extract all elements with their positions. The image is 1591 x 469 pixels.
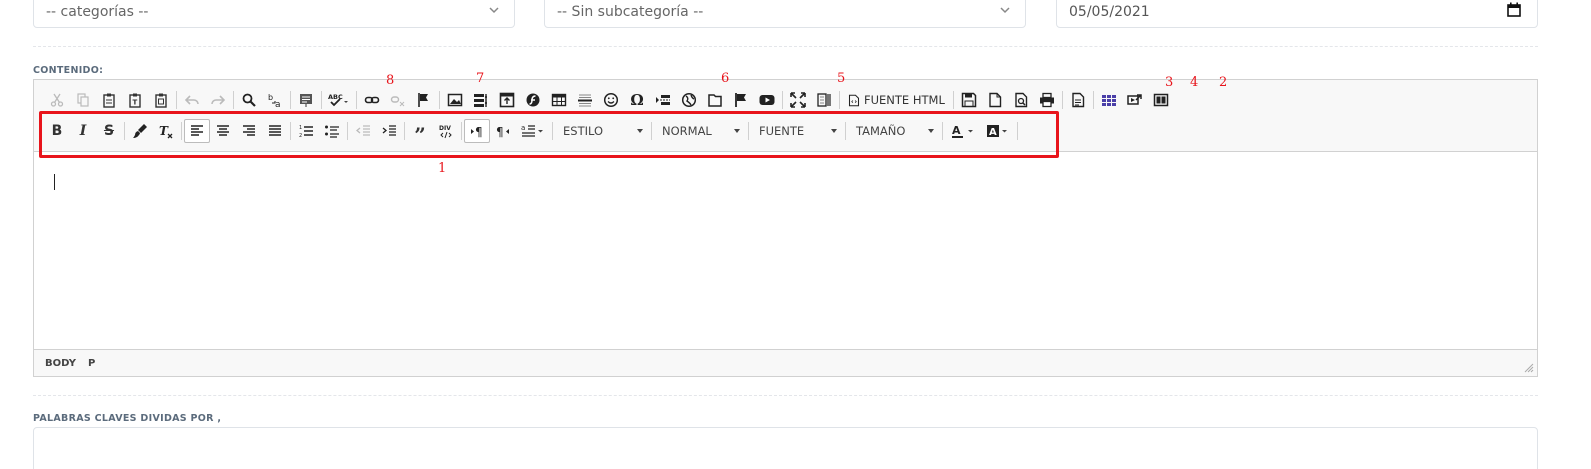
subcategory-select-value: -- Sin subcategoría -- [557,4,704,20]
preview-icon[interactable] [1008,88,1034,112]
paste-word-icon[interactable] [148,88,174,112]
new-page-icon[interactable] [982,88,1008,112]
flag-icon[interactable] [728,88,754,112]
table-icon[interactable] [546,88,572,112]
replace-icon[interactable]: ba [262,88,288,112]
source-html-button[interactable]: FUENTE HTML [842,88,951,112]
insert-template-icon[interactable] [494,88,520,112]
div-container-icon[interactable] [702,88,728,112]
iframe-globe-icon[interactable] [676,88,702,112]
editor-content-area[interactable] [34,152,1537,350]
content-label: CONTENIDO: [33,65,104,76]
annotation-label: 6 [721,71,730,86]
save-icon[interactable] [956,88,982,112]
svg-text:ABC: ABC [328,93,343,101]
anchor-flag-icon[interactable] [411,88,437,112]
date-input[interactable]: 05/05/2021 [1056,0,1538,28]
smiley-icon[interactable] [598,88,624,112]
annotation-highlight-box [39,111,1059,158]
grid-layout-icon[interactable] [1096,88,1122,112]
find-icon[interactable] [236,88,262,112]
page-break-icon[interactable] [650,88,676,112]
element-path-bar: BODY P [34,351,1537,376]
annotation-label: 3 [1165,75,1174,90]
toolbar-separator [233,91,234,109]
subcategory-select[interactable]: -- Sin subcategoría -- [544,0,1026,28]
annotation-label: 8 [386,73,395,88]
redo-icon[interactable] [205,88,231,112]
category-select[interactable]: -- categorías -- [33,0,515,28]
svg-text:a: a [275,100,281,108]
toolbar-separator [439,91,440,109]
spellcheck-icon[interactable]: ABC [324,88,354,112]
source-html-label: FUENTE HTML [864,93,945,107]
toolbar-separator [839,91,840,109]
svg-text:b: b [268,93,273,102]
divider [33,46,1538,47]
toolbar-separator [356,91,357,109]
source-code-icon [848,94,860,106]
toolbar-separator [176,91,177,109]
columns-icon[interactable] [1148,88,1174,112]
select-all-icon[interactable] [293,88,319,112]
special-char-icon[interactable]: Ω [624,88,650,112]
show-blocks-icon[interactable] [811,88,837,112]
toolbar-separator [1061,91,1063,109]
annotation-label: 7 [476,71,485,86]
embed-media-icon[interactable] [1122,88,1148,112]
print-icon[interactable] [1034,88,1060,112]
date-input-value: 05/05/2021 [1069,4,1150,20]
category-select-value: -- categorías -- [46,4,149,20]
resize-handle-icon[interactable] [1524,363,1534,373]
annotation-label: 4 [1190,75,1199,90]
calendar-icon[interactable] [1507,2,1521,17]
unlink-icon[interactable] [385,88,411,112]
flash-icon[interactable] [520,88,546,112]
toolbar-separator [782,91,783,109]
horizontal-rule-icon[interactable] [572,88,598,112]
paste-text-icon[interactable]: T [122,88,148,112]
chevron-down-icon [1000,7,1010,14]
cut-icon[interactable] [44,88,70,112]
keywords-label: PALABRAS CLAVES DIVIDAS POR , [33,413,222,424]
image-icon[interactable] [442,88,468,112]
undo-icon[interactable] [179,88,205,112]
toolbar-row-1: T ba ABC Ω FUENTE HTML [44,88,1174,112]
text-cursor [54,174,55,190]
maximize-icon[interactable] [785,88,811,112]
annotation-label: 2 [1219,75,1228,90]
path-item-body[interactable]: BODY [45,358,76,369]
divider [33,395,1538,396]
toolbar-separator [290,91,291,109]
paste-icon[interactable] [96,88,122,112]
youtube-icon[interactable] [754,88,780,112]
keywords-input[interactable] [33,427,1538,469]
annotation-label: 5 [837,71,846,86]
toolbar-separator [1092,91,1094,109]
copy-icon[interactable] [70,88,96,112]
document-properties-icon[interactable] [1065,88,1091,112]
link-icon[interactable] [359,88,385,112]
path-item-p[interactable]: P [88,358,95,369]
toolbar-separator [952,91,954,109]
annotation-label: 1 [438,161,447,176]
chevron-down-icon [489,7,499,14]
embed-list-icon[interactable] [468,88,494,112]
toolbar-separator [321,91,322,109]
filters-row: -- categorías -- -- Sin subcategoría -- … [0,0,1591,30]
svg-text:T: T [133,99,138,107]
